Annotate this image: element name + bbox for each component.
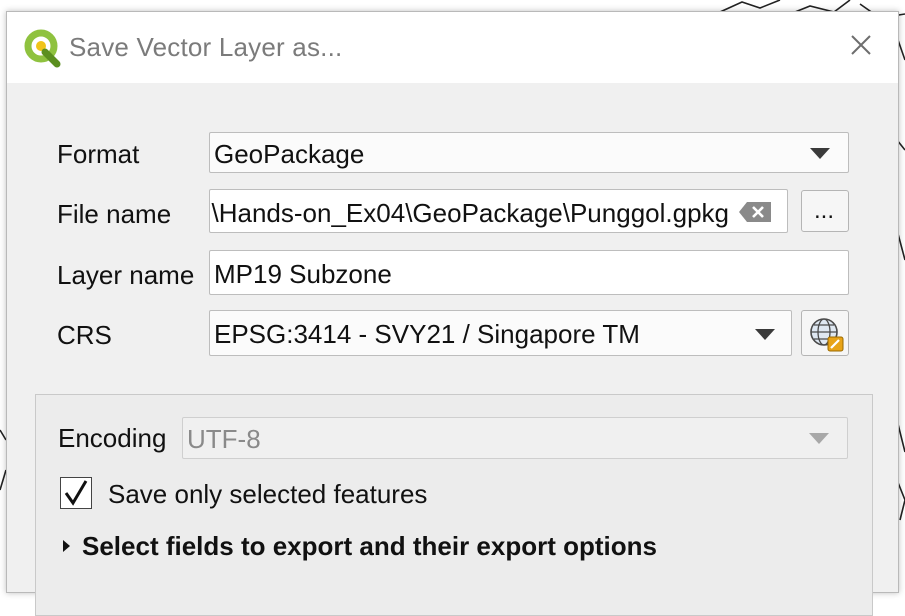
options-group: Encoding UTF-8 Save only selected featur… [35, 394, 873, 616]
close-icon[interactable] [846, 30, 876, 60]
filename-label: File name [57, 199, 172, 229]
window-title: Save Vector Layer as... [69, 32, 343, 62]
expand-triangle-icon[interactable] [62, 539, 72, 553]
crs-dropdown[interactable]: EPSG:3414 - SVY21 / Singapore TM [209, 310, 792, 356]
chevron-down-icon [810, 148, 830, 159]
crs-label: CRS [57, 320, 112, 350]
encoding-value: UTF-8 [187, 424, 261, 454]
qgis-logo-icon [24, 29, 61, 68]
title-bar: Save Vector Layer as... [7, 12, 898, 83]
encoding-dropdown[interactable]: UTF-8 [182, 417, 848, 459]
format-dropdown[interactable]: GeoPackage [209, 132, 849, 173]
format-value: GeoPackage [214, 139, 365, 169]
format-label: Format [57, 139, 140, 169]
encoding-label: Encoding [58, 423, 167, 453]
layername-input[interactable]: MP19 Subzone [209, 250, 849, 295]
layername-value: MP19 Subzone [214, 259, 392, 289]
filename-input[interactable]: \Hands-on_Ex04\GeoPackage\Punggol.gpkg [209, 189, 788, 233]
fields-section-header[interactable]: Select fields to export and their export… [82, 531, 657, 562]
checkmark-icon [64, 480, 88, 506]
clear-text-icon[interactable] [737, 200, 773, 224]
save-selected-checkbox[interactable] [60, 477, 92, 509]
chevron-down-icon [755, 329, 775, 340]
save-selected-label[interactable]: Save only selected features [108, 479, 427, 510]
browse-button[interactable]: ... [801, 190, 849, 232]
filename-value: \Hands-on_Ex04\GeoPackage\Punggol.gpkg [211, 198, 729, 228]
chevron-down-icon [809, 433, 829, 444]
crs-value: EPSG:3414 - SVY21 / Singapore TM [214, 319, 640, 349]
globe-crs-icon [810, 318, 844, 352]
save-vector-layer-dialog: Save Vector Layer as... Format GeoPackag… [6, 11, 899, 616]
crs-selector-button[interactable] [801, 310, 849, 356]
layername-label: Layer name [57, 260, 195, 290]
